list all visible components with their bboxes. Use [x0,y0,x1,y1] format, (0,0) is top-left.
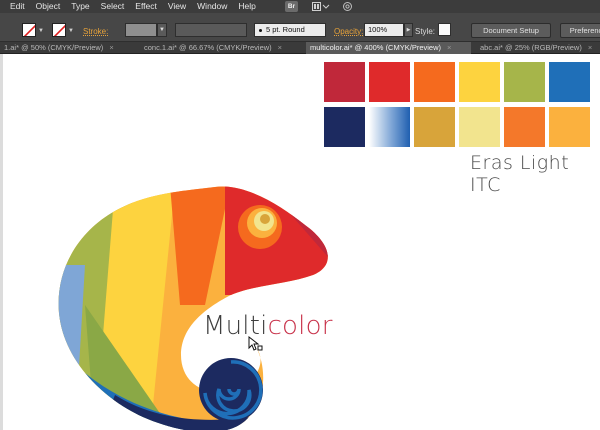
sync-icon[interactable] [342,1,353,12]
none-swatch-icon [53,24,65,36]
menu-object[interactable]: Object [36,0,61,13]
brush-value: 5 pt. Round [266,25,305,34]
menu-effect[interactable]: Effect [135,0,157,13]
palette-swatch[interactable] [504,107,545,147]
palette-swatch[interactable] [459,107,500,147]
palette-swatch[interactable] [369,62,410,102]
palette-swatch[interactable] [459,62,500,102]
close-icon[interactable]: × [588,43,592,52]
opacity-arrow-icon[interactable]: ▶ [404,23,413,37]
document-tabs: 1.ai* @ 50% (CMYK/Preview) × conc.1.ai* @… [0,42,600,54]
close-icon[interactable]: × [447,43,451,52]
variable-width-profile[interactable] [175,23,247,37]
palette-swatch[interactable] [414,107,455,147]
style-label: Style: [415,27,436,36]
menu-window[interactable]: Window [197,0,227,13]
menu-help[interactable]: Help [238,0,255,13]
font-name-label: Eras Light ITC [470,152,570,196]
tab-label: multicolor.ai* @ 400% (CMYK/Preview) [310,43,441,52]
stroke-weight-field[interactable] [125,23,157,37]
stroke-dropdown-icon[interactable]: ▼ [68,28,74,34]
stroke-weight-dropdown[interactable]: ▼ [157,23,167,37]
chameleon-body [58,186,328,430]
palette-swatch[interactable] [324,62,365,102]
menu-view[interactable]: View [168,0,186,13]
brush-definition[interactable]: 5 pt. Round [254,23,326,37]
close-icon[interactable]: × [109,43,113,52]
tab-abcai[interactable]: abc.ai* @ 25% (RGB/Preview) × [476,42,600,54]
menu-edit[interactable]: Edit [10,0,25,13]
palette-swatch[interactable] [549,107,590,147]
document-setup-button[interactable]: Document Setup [471,23,551,38]
bridge-button[interactable]: Br [285,1,298,12]
brush-dot-icon [259,28,262,32]
palette-swatch[interactable] [324,107,365,147]
multicolor-wordmark: Multicolor [203,311,333,341]
chameleon-illustration[interactable] [55,185,335,430]
none-swatch-icon [23,24,35,36]
fill-swatch[interactable] [22,23,36,37]
arrange-documents-icon[interactable] [312,2,330,11]
tab-label: 1.ai* @ 50% (CMYK/Preview) [4,43,104,52]
close-icon[interactable]: × [278,43,282,52]
opacity-input[interactable]: 100% [364,23,404,37]
tab-label: conc.1.ai* @ 66.67% (CMYK/Preview) [144,43,272,52]
chameleon-tail-spiral [199,358,263,422]
palette-swatch[interactable] [414,62,455,102]
tab-1ai[interactable]: 1.ai* @ 50% (CMYK/Preview) × [0,42,134,54]
fill-dropdown-icon[interactable]: ▼ [38,28,44,34]
opacity-label[interactable]: Opacity: [334,27,363,36]
graphic-style-swatch[interactable] [438,23,451,36]
menu-select[interactable]: Select [101,0,125,13]
control-bar: ▼ ▼ Stroke: ▼ 5 pt. Round Opacity: 100% … [0,13,600,42]
preferences-button[interactable]: Preferences [560,23,600,38]
cursor-arrow-icon [248,336,263,351]
tab-multicolor[interactable]: multicolor.ai* @ 400% (CMYK/Preview) × [306,42,471,54]
stroke-swatch[interactable] [52,23,66,37]
artboard-edge [0,54,3,430]
menu-type[interactable]: Type [71,0,89,13]
wordmark-part-2: color [267,311,333,341]
stroke-label[interactable]: Stroke: [83,27,108,36]
palette-swatch[interactable] [504,62,545,102]
tab-conc1ai[interactable]: conc.1.ai* @ 66.67% (CMYK/Preview) × [140,42,302,54]
menu-bar: Edit Object Type Select Effect View Wind… [0,0,600,13]
chameleon-eye [238,205,282,249]
palette-swatch[interactable] [549,62,590,102]
tab-label: abc.ai* @ 25% (RGB/Preview) [480,43,582,52]
palette-swatch[interactable] [369,107,410,147]
